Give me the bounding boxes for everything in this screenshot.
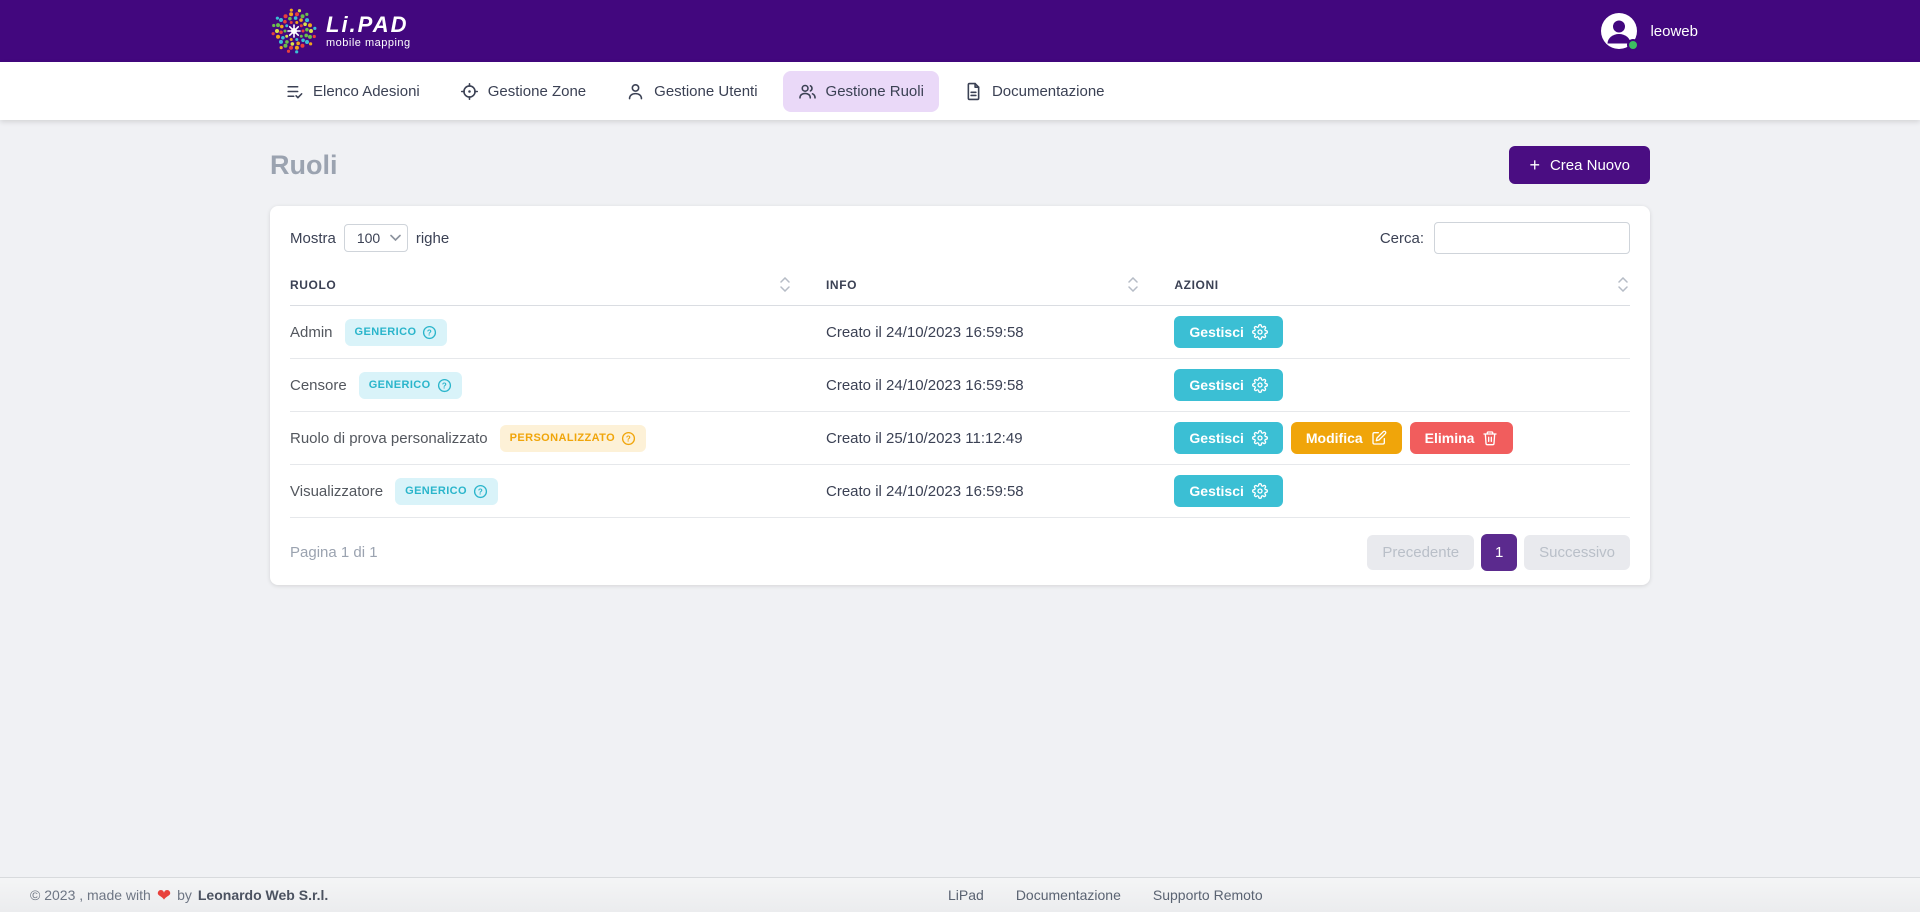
- column-header-ruolo[interactable]: Ruolo: [290, 264, 826, 305]
- copyright-text: © 2023 , made with: [30, 887, 151, 903]
- show-rows-label: Mostra: [290, 230, 336, 247]
- role-created-info: Creato il 24/10/2023 16:59:58: [826, 324, 1174, 341]
- lipad-burst-icon: [270, 7, 318, 55]
- crea-nuovo-button[interactable]: + Crea Nuovo: [1509, 146, 1650, 184]
- table-row-censore: Censore GENERICO ? Creato il 24/10/2023 …: [290, 359, 1630, 412]
- svg-text:?: ?: [478, 487, 483, 496]
- gestisci-button[interactable]: Gestisci: [1174, 422, 1282, 454]
- svg-text:?: ?: [427, 328, 432, 337]
- role-created-info: Creato il 24/10/2023 16:59:58: [826, 483, 1174, 500]
- role-name: Admin: [290, 324, 333, 341]
- main-content: Ruoli + Crea Nuovo Mostra 100 righe Cerc…: [270, 146, 1650, 585]
- elimina-button[interactable]: Elimina: [1410, 422, 1514, 454]
- help-circle-icon[interactable]: ?: [621, 431, 636, 446]
- help-circle-icon[interactable]: ?: [437, 378, 452, 393]
- user-icon: [626, 82, 645, 101]
- app-header: Li.PAD mobile mapping leoweb: [0, 0, 1920, 62]
- svg-text:?: ?: [626, 434, 631, 443]
- gestisci-button[interactable]: Gestisci: [1174, 475, 1282, 507]
- company-name: Leonardo Web S.r.l.: [198, 887, 328, 903]
- role-created-info: Creato il 25/10/2023 11:12:49: [826, 430, 1174, 447]
- next-page-button[interactable]: Successivo: [1524, 535, 1630, 570]
- app-logo[interactable]: Li.PAD mobile mapping: [270, 7, 411, 55]
- username: leoweb: [1650, 23, 1698, 40]
- document-icon: [964, 82, 983, 101]
- modifica-button[interactable]: Modifica: [1291, 422, 1402, 454]
- role-type-badge: GENERICO ?: [359, 372, 462, 399]
- nav-tab-gestione-zone[interactable]: Gestione Zone: [445, 71, 601, 112]
- table-row-visualizzatore: Visualizzatore GENERICO ? Creato il 24/1…: [290, 465, 1630, 518]
- gear-icon: [1252, 377, 1268, 393]
- list-check-icon: [285, 82, 304, 101]
- logo-title: Li.PAD: [326, 14, 411, 36]
- column-header-azioni[interactable]: Azioni: [1174, 264, 1630, 305]
- role-name: Censore: [290, 377, 347, 394]
- avatar: [1600, 12, 1638, 50]
- previous-page-button[interactable]: Precedente: [1367, 535, 1474, 570]
- roles-table-card: Mostra 100 righe Cerca: Ruolo: [270, 206, 1650, 585]
- table-row-ruolo-di-prova: Ruolo di prova personalizzato PERSONALIZ…: [290, 412, 1630, 465]
- role-type-badge: GENERICO ?: [395, 478, 498, 505]
- pagination-summary: Pagina 1 di 1: [290, 544, 378, 561]
- users-icon: [798, 82, 817, 101]
- logo-subtitle: mobile mapping: [326, 38, 411, 49]
- nav-tab-elenco-adesioni[interactable]: Elenco Adesioni: [270, 71, 435, 112]
- role-name: Ruolo di prova personalizzato: [290, 430, 488, 447]
- gear-icon: [1252, 483, 1268, 499]
- column-header-info[interactable]: Info: [826, 264, 1174, 305]
- svg-text:?: ?: [441, 381, 446, 390]
- copyright-by: by: [177, 887, 192, 903]
- trash-icon: [1482, 430, 1498, 446]
- nav-tab-documentazione[interactable]: Documentazione: [949, 71, 1120, 112]
- gestisci-button[interactable]: Gestisci: [1174, 316, 1282, 348]
- edit-icon: [1371, 430, 1387, 446]
- search-input[interactable]: [1434, 222, 1630, 254]
- target-icon: [460, 82, 479, 101]
- footer-link-documentazione[interactable]: Documentazione: [1016, 887, 1121, 903]
- rows-suffix-label: righe: [416, 230, 449, 247]
- footer-link-lipad[interactable]: LiPad: [948, 887, 984, 903]
- sort-icon: [1128, 277, 1138, 292]
- nav-tab-gestione-utenti[interactable]: Gestione Utenti: [611, 71, 772, 112]
- plus-icon: +: [1529, 156, 1540, 174]
- table-row-admin: Admin GENERICO ? Creato il 24/10/2023 16…: [290, 306, 1630, 359]
- table-header-row: Ruolo Info Azioni: [290, 264, 1630, 306]
- footer-link-supporto-remoto[interactable]: Supporto Remoto: [1153, 887, 1263, 903]
- help-circle-icon[interactable]: ?: [422, 325, 437, 340]
- app-footer: © 2023 , made with ❤ by Leonardo Web S.r…: [0, 877, 1920, 912]
- gestisci-button[interactable]: Gestisci: [1174, 369, 1282, 401]
- role-name: Visualizzatore: [290, 483, 383, 500]
- heart-icon: ❤: [157, 887, 171, 904]
- gear-icon: [1252, 430, 1268, 446]
- role-type-badge: GENERICO ?: [345, 319, 448, 346]
- search-label: Cerca:: [1380, 230, 1424, 247]
- main-nav: Elenco Adesioni Gestione Zone Gestione U…: [0, 62, 1920, 120]
- role-type-badge: PERSONALIZZATO ?: [500, 425, 646, 452]
- page-title: Ruoli: [270, 150, 338, 181]
- user-menu[interactable]: leoweb: [1600, 12, 1698, 50]
- nav-tab-gestione-ruoli[interactable]: Gestione Ruoli: [783, 71, 939, 112]
- role-created-info: Creato il 24/10/2023 16:59:58: [826, 377, 1174, 394]
- pagination: Precedente 1 Successivo: [1367, 534, 1630, 571]
- help-circle-icon[interactable]: ?: [473, 484, 488, 499]
- gear-icon: [1252, 324, 1268, 340]
- sort-icon: [780, 277, 790, 292]
- page-1-button[interactable]: 1: [1481, 534, 1517, 571]
- sort-icon: [1618, 277, 1628, 292]
- rows-per-page-select[interactable]: 100: [344, 224, 408, 252]
